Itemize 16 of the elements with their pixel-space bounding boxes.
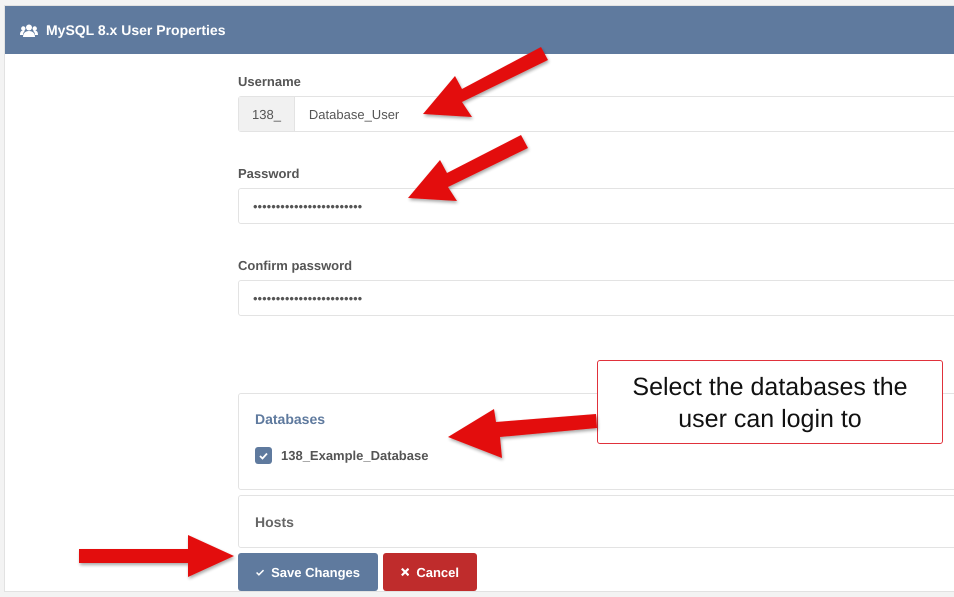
cancel-button[interactable]: Cancel [383,553,477,591]
password-field[interactable]: •••••••••••••••••••••••• [239,189,954,223]
check-icon [259,452,268,460]
checkbox[interactable] [255,447,272,464]
users-icon [20,24,38,36]
close-icon [401,567,410,577]
panel-title: MySQL 8.x User Properties [46,22,226,38]
field-label: Username [238,74,302,89]
confirm-password-field[interactable]: •••••••••••••••••••••••• [239,281,954,315]
card-title: Databases [255,411,326,427]
field-label: Password [238,166,300,181]
database-label: 138_Example_Database [281,448,428,463]
card-title: Hosts [255,514,294,530]
field-label: Confirm password [238,258,354,273]
save-button[interactable]: Save Changes [238,553,378,591]
callout-note: Select the databases the user can login to [597,360,943,444]
